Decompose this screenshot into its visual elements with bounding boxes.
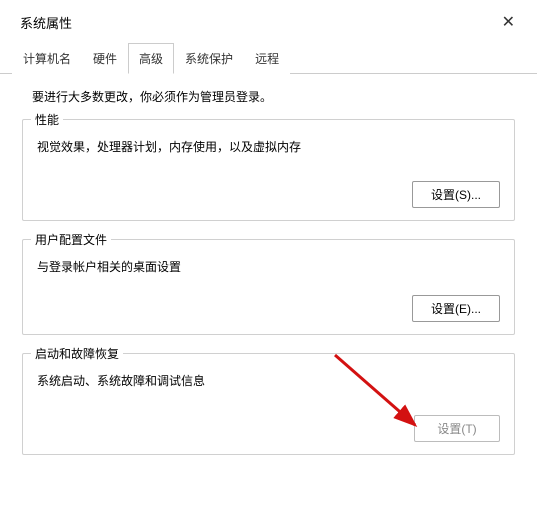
group-performance-legend: 性能 xyxy=(31,111,63,128)
tab-computer-name[interactable]: 计算机名 xyxy=(12,43,82,74)
titlebar: 系统属性 ✕ xyxy=(0,0,537,42)
tab-hardware[interactable]: 硬件 xyxy=(82,43,128,74)
group-startup-recovery: 启动和故障恢复 系统启动、系统故障和调试信息 设置(T) xyxy=(22,353,515,455)
tab-remote[interactable]: 远程 xyxy=(244,43,290,74)
startup-settings-button[interactable]: 设置(T) xyxy=(414,415,500,442)
group-startup-recovery-desc: 系统启动、系统故障和调试信息 xyxy=(37,372,500,389)
admin-notice-text: 要进行大多数更改，你必须作为管理员登录。 xyxy=(22,88,515,105)
window-title: 系统属性 xyxy=(20,13,72,32)
group-user-profiles: 用户配置文件 与登录帐户相关的桌面设置 设置(E)... xyxy=(22,239,515,335)
tab-content: 要进行大多数更改，你必须作为管理员登录。 性能 视觉效果，处理器计划，内存使用，… xyxy=(0,74,537,455)
group-startup-recovery-buttons: 设置(T) xyxy=(37,415,500,442)
group-performance-desc: 视觉效果，处理器计划，内存使用，以及虚拟内存 xyxy=(37,138,500,155)
tabstrip: 计算机名 硬件 高级 系统保护 远程 xyxy=(0,42,537,74)
performance-settings-button[interactable]: 设置(S)... xyxy=(412,181,500,208)
group-performance: 性能 视觉效果，处理器计划，内存使用，以及虚拟内存 设置(S)... xyxy=(22,119,515,221)
profiles-settings-button[interactable]: 设置(E)... xyxy=(412,295,500,322)
group-user-profiles-legend: 用户配置文件 xyxy=(31,231,111,248)
group-user-profiles-buttons: 设置(E)... xyxy=(37,295,500,322)
tab-advanced[interactable]: 高级 xyxy=(128,43,174,74)
group-user-profiles-desc: 与登录帐户相关的桌面设置 xyxy=(37,258,500,275)
close-icon[interactable]: ✕ xyxy=(496,10,521,34)
group-performance-buttons: 设置(S)... xyxy=(37,181,500,208)
group-startup-recovery-legend: 启动和故障恢复 xyxy=(31,345,123,362)
tab-system-protection[interactable]: 系统保护 xyxy=(174,43,244,74)
